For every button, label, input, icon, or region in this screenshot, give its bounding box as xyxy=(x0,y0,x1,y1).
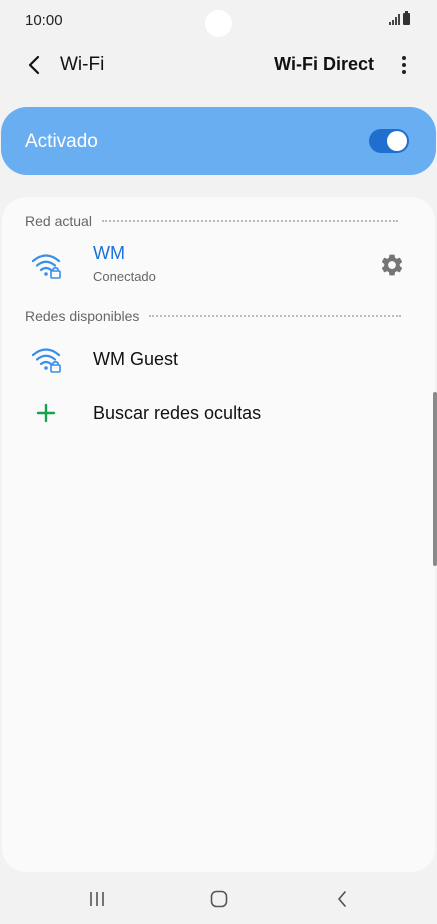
gear-icon xyxy=(381,254,403,276)
current-network-ssid: WM xyxy=(93,243,125,263)
search-hidden-networks-row[interactable]: Buscar redes ocultas xyxy=(2,389,435,441)
available-network-ssid: WM Guest xyxy=(93,349,179,369)
page-title: Wi-Fi xyxy=(60,54,105,75)
recents-button[interactable] xyxy=(77,882,117,916)
network-settings-button[interactable] xyxy=(379,252,405,278)
section-title-current: Red actual xyxy=(25,213,92,229)
navigation-bar xyxy=(0,872,437,924)
home-icon xyxy=(210,890,228,908)
current-network-row[interactable]: WM Conectado xyxy=(2,239,435,291)
section-header-current: Red actual xyxy=(25,213,398,229)
toggle-knob xyxy=(387,131,407,151)
status-bar: 10:00 xyxy=(0,0,437,42)
section-header-available: Redes disponibles xyxy=(25,308,402,324)
battery-icon xyxy=(403,11,410,25)
home-button[interactable] xyxy=(199,882,239,916)
wifi-lock-icon xyxy=(31,348,61,373)
wifi-direct-button[interactable]: Wi-Fi Direct xyxy=(274,54,374,75)
app-bar: Wi-Fi Wi-Fi Direct xyxy=(0,42,437,88)
networks-card: Red actual WM Conectado Redes disponible… xyxy=(2,197,435,872)
more-options-button[interactable] xyxy=(391,50,417,80)
section-title-available: Redes disponibles xyxy=(25,308,140,324)
current-network-status: Conectado xyxy=(93,269,156,284)
back-icon xyxy=(338,891,346,907)
section-divider xyxy=(101,220,398,222)
search-hidden-networks-label: Buscar redes ocultas xyxy=(93,403,262,423)
status-icons xyxy=(389,11,410,25)
wifi-toggle[interactable] xyxy=(369,129,409,153)
recents-icon xyxy=(90,892,104,906)
more-vert-icon xyxy=(402,56,406,60)
back-button[interactable] xyxy=(18,48,50,82)
scrollbar[interactable] xyxy=(433,392,437,566)
available-network-row[interactable]: WM Guest xyxy=(2,335,435,387)
wifi-master-switch[interactable]: Activado xyxy=(1,107,436,175)
nav-back-button[interactable] xyxy=(322,882,362,916)
signal-icon xyxy=(389,14,400,25)
wifi-settings-screen: 10:00 Wi-Fi Wi-Fi Direct Activado Red ac… xyxy=(0,0,437,924)
chevron-left-icon xyxy=(28,55,40,75)
camera-cutout xyxy=(205,10,232,37)
section-divider xyxy=(149,315,402,317)
plus-icon xyxy=(36,403,56,423)
master-switch-label: Activado xyxy=(25,131,98,152)
status-time: 10:00 xyxy=(25,12,63,29)
wifi-lock-icon xyxy=(31,254,61,279)
